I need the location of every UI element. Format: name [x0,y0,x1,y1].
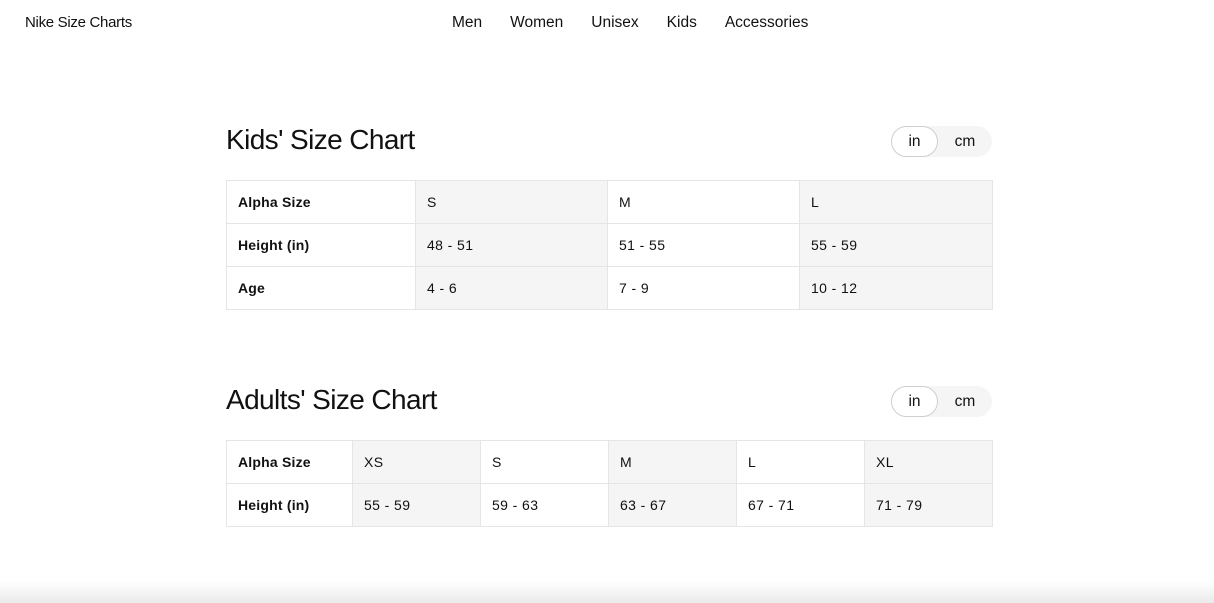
table-cell: M [607,180,800,224]
table-cell: 55 - 59 [799,223,993,267]
table-cell: 51 - 55 [607,223,800,267]
nav-item-accessories[interactable]: Accessories [725,13,809,33]
table-row: Height (in) 48 - 51 51 - 55 55 - 59 [226,223,993,267]
kids-size-section: Kids' Size Chart in cm Alpha Size S M L … [226,124,993,314]
kids-unit-toggle: in cm [891,126,992,157]
adults-unit-in-button[interactable]: in [891,386,938,417]
table-cell: 7 - 9 [607,266,800,310]
table-cell: 55 - 59 [352,483,481,527]
nav-item-kids[interactable]: Kids [667,13,697,33]
row-label: Alpha Size [226,180,416,224]
adults-chart-title: Adults' Size Chart [226,384,437,415]
brand-title[interactable]: Nike Size Charts [25,14,132,32]
table-cell: XL [864,440,993,484]
table-cell: L [736,440,865,484]
adults-size-section: Adults' Size Chart in cm Alpha Size XS S… [226,384,993,530]
kids-chart-title: Kids' Size Chart [226,124,415,155]
row-label: Age [226,266,416,310]
table-cell: XS [352,440,481,484]
table-cell: 48 - 51 [415,223,608,267]
bottom-shadow [0,581,1214,603]
table-cell: 67 - 71 [736,483,865,527]
nav-item-women[interactable]: Women [510,13,563,33]
table-row: Age 4 - 6 7 - 9 10 - 12 [226,266,993,310]
table-row: Alpha Size S M L [226,180,993,224]
page: Nike Size Charts Men Women Unisex Kids A… [0,0,1214,603]
table-cell: 71 - 79 [864,483,993,527]
top-nav: Men Women Unisex Kids Accessories [452,13,808,33]
kids-unit-cm-button[interactable]: cm [938,126,992,157]
table-row: Alpha Size XS S M L XL [226,440,993,484]
adults-unit-toggle: in cm [891,386,992,417]
kids-unit-in-button[interactable]: in [891,126,938,157]
row-label: Alpha Size [226,440,353,484]
table-cell: 63 - 67 [608,483,737,527]
table-cell: L [799,180,993,224]
table-cell: S [415,180,608,224]
table-cell: M [608,440,737,484]
row-label: Height (in) [226,483,353,527]
adults-size-table: Alpha Size XS S M L XL Height (in) 55 - … [226,440,993,527]
nav-item-men[interactable]: Men [452,13,482,33]
table-row: Height (in) 55 - 59 59 - 63 63 - 67 67 -… [226,483,993,527]
adults-unit-cm-button[interactable]: cm [938,386,992,417]
kids-size-table: Alpha Size S M L Height (in) 48 - 51 51 … [226,180,993,310]
table-cell: 59 - 63 [480,483,609,527]
table-cell: 10 - 12 [799,266,993,310]
nav-item-unisex[interactable]: Unisex [591,13,638,33]
row-label: Height (in) [226,223,416,267]
table-cell: 4 - 6 [415,266,608,310]
table-cell: S [480,440,609,484]
